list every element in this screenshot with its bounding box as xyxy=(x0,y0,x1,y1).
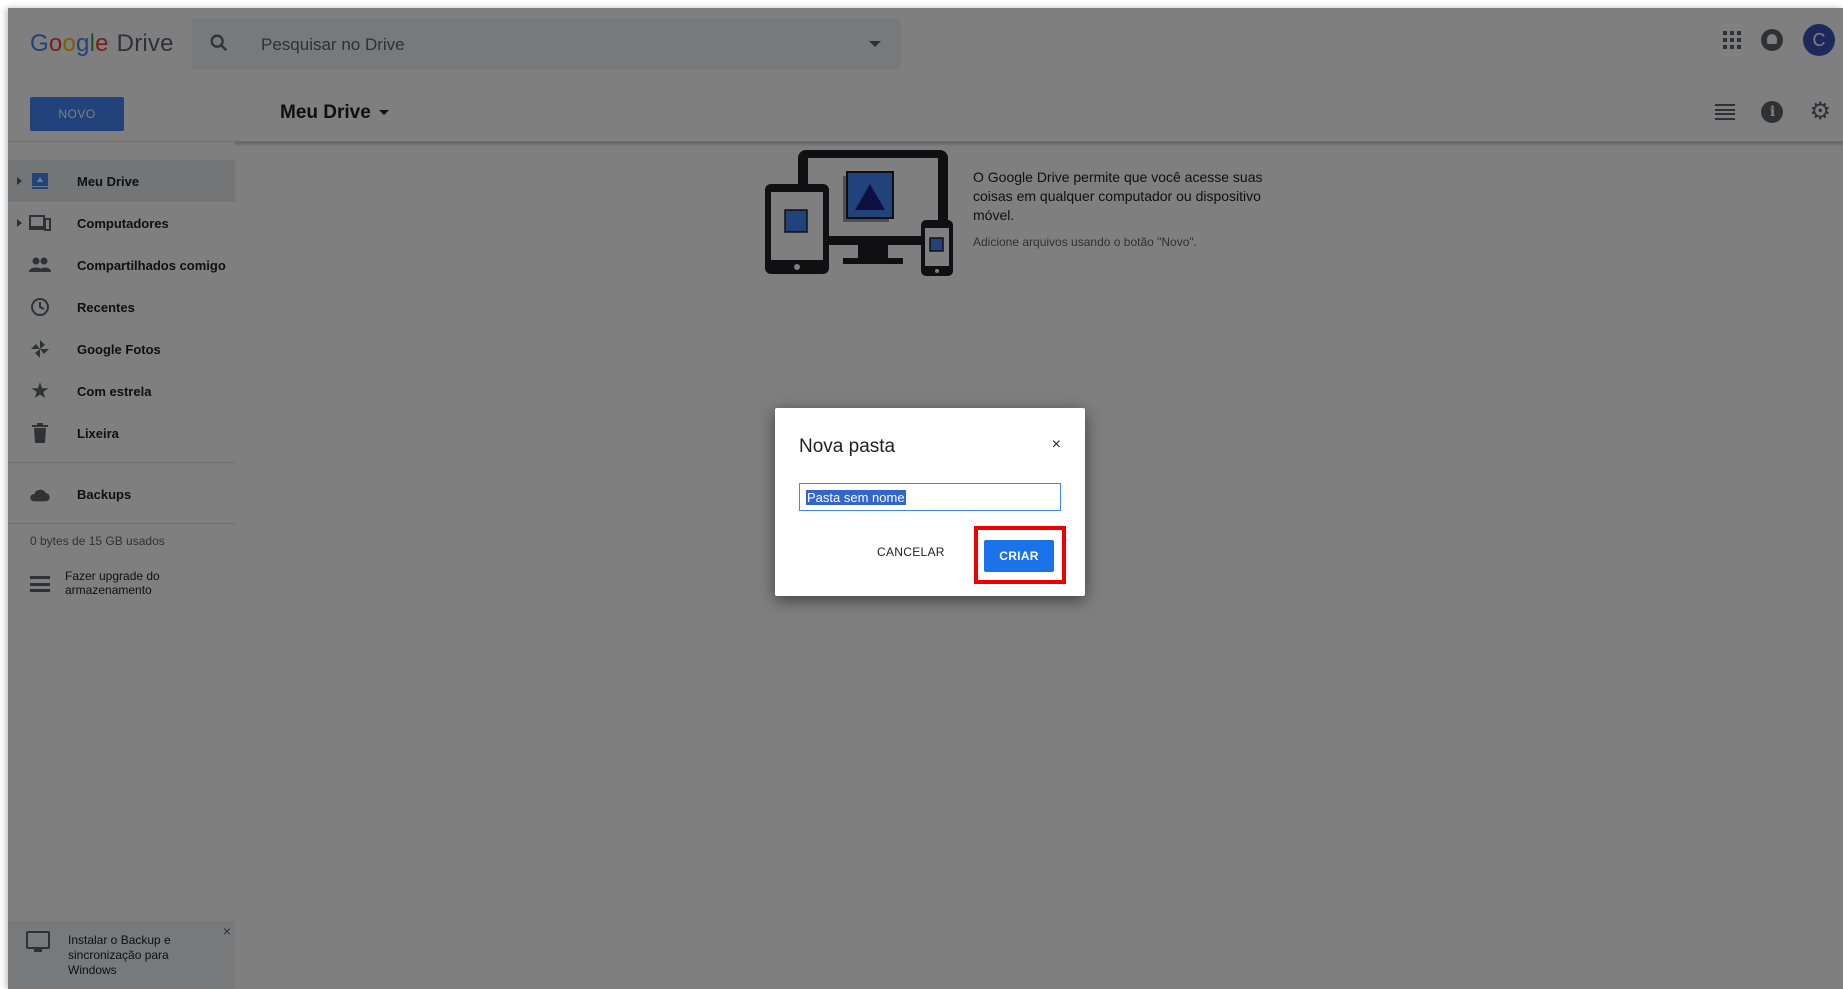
dialog-title: Nova pasta xyxy=(799,436,896,457)
create-button[interactable]: CRIAR xyxy=(984,540,1054,572)
new-folder-dialog: Nova pasta × Pasta sem nome CANCELAR CRI… xyxy=(775,408,1085,596)
selected-text: Pasta sem nome xyxy=(806,489,906,505)
folder-name-input[interactable]: Pasta sem nome xyxy=(799,483,1061,511)
drive-window: GoogleDrive Pesquisar no Drive C NOVO Me… xyxy=(8,8,1843,989)
cancel-button[interactable]: CANCELAR xyxy=(877,545,945,559)
close-icon[interactable]: × xyxy=(1052,436,1061,454)
highlight-box: CRIAR xyxy=(974,526,1066,584)
